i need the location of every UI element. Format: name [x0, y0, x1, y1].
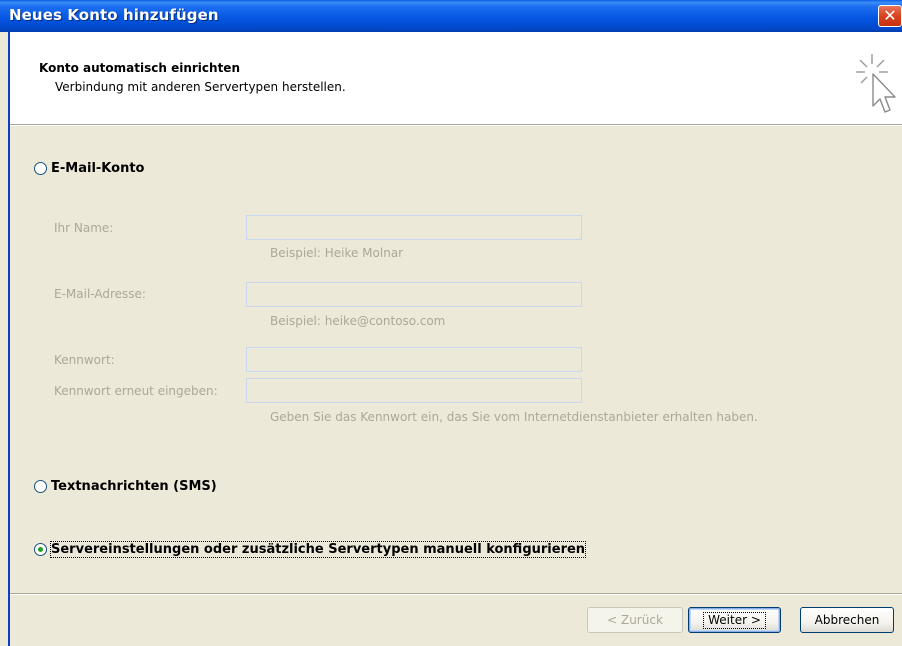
name-hint: Beispiel: Heike Molnar: [270, 246, 404, 260]
manual-config-label[interactable]: Servereinstellungen oder zusätzliche Ser…: [49, 541, 587, 558]
next-button[interactable]: Weiter >: [688, 607, 781, 633]
password-field[interactable]: [246, 347, 582, 372]
header-title: Konto automatisch einrichten: [39, 61, 240, 75]
footer-divider: [10, 593, 902, 595]
email-hint: Beispiel: heike@contoso.com: [270, 314, 446, 328]
password-label: Kennwort:: [54, 353, 115, 367]
manual-config-option[interactable]: Servereinstellungen oder zusätzliche Ser…: [34, 541, 587, 558]
header-divider: [8, 124, 902, 126]
email-label: E-Mail-Adresse:: [54, 287, 146, 301]
name-label: Ihr Name:: [54, 221, 114, 235]
name-field[interactable]: [246, 215, 582, 240]
left-frame-border: [8, 124, 10, 646]
back-button[interactable]: < Zurück: [587, 607, 683, 633]
cancel-button[interactable]: Abbrechen: [800, 607, 894, 633]
window-title: Neues Konto hinzufügen: [9, 6, 219, 24]
wizard-header: Konto automatisch einrichten Verbindung …: [8, 32, 902, 124]
email-account-label[interactable]: E-Mail-Konto: [51, 161, 144, 176]
sms-label[interactable]: Textnachrichten (SMS): [51, 479, 217, 494]
next-button-label: Weiter >: [703, 612, 766, 629]
password-hint: Geben Sie das Kennwort ein, das Sie vom …: [270, 410, 758, 424]
title-bar: Neues Konto hinzufügen ✕: [0, 0, 902, 32]
close-icon: ✕: [883, 6, 897, 25]
sms-radio[interactable]: [34, 480, 47, 493]
header-subtitle: Verbindung mit anderen Servertypen herst…: [55, 80, 346, 94]
password-repeat-field[interactable]: [246, 378, 582, 403]
email-account-option[interactable]: E-Mail-Konto: [34, 161, 144, 176]
email-account-radio[interactable]: [34, 162, 47, 175]
password-repeat-label: Kennwort erneut eingeben:: [54, 384, 218, 398]
close-button[interactable]: ✕: [878, 5, 902, 27]
email-field[interactable]: [246, 282, 582, 307]
sms-option[interactable]: Textnachrichten (SMS): [34, 479, 217, 494]
add-account-dialog: Neues Konto hinzufügen ✕ Konto automatis…: [0, 0, 902, 646]
cursor-sparkle-icon: [856, 54, 896, 113]
manual-config-radio[interactable]: [34, 543, 47, 556]
